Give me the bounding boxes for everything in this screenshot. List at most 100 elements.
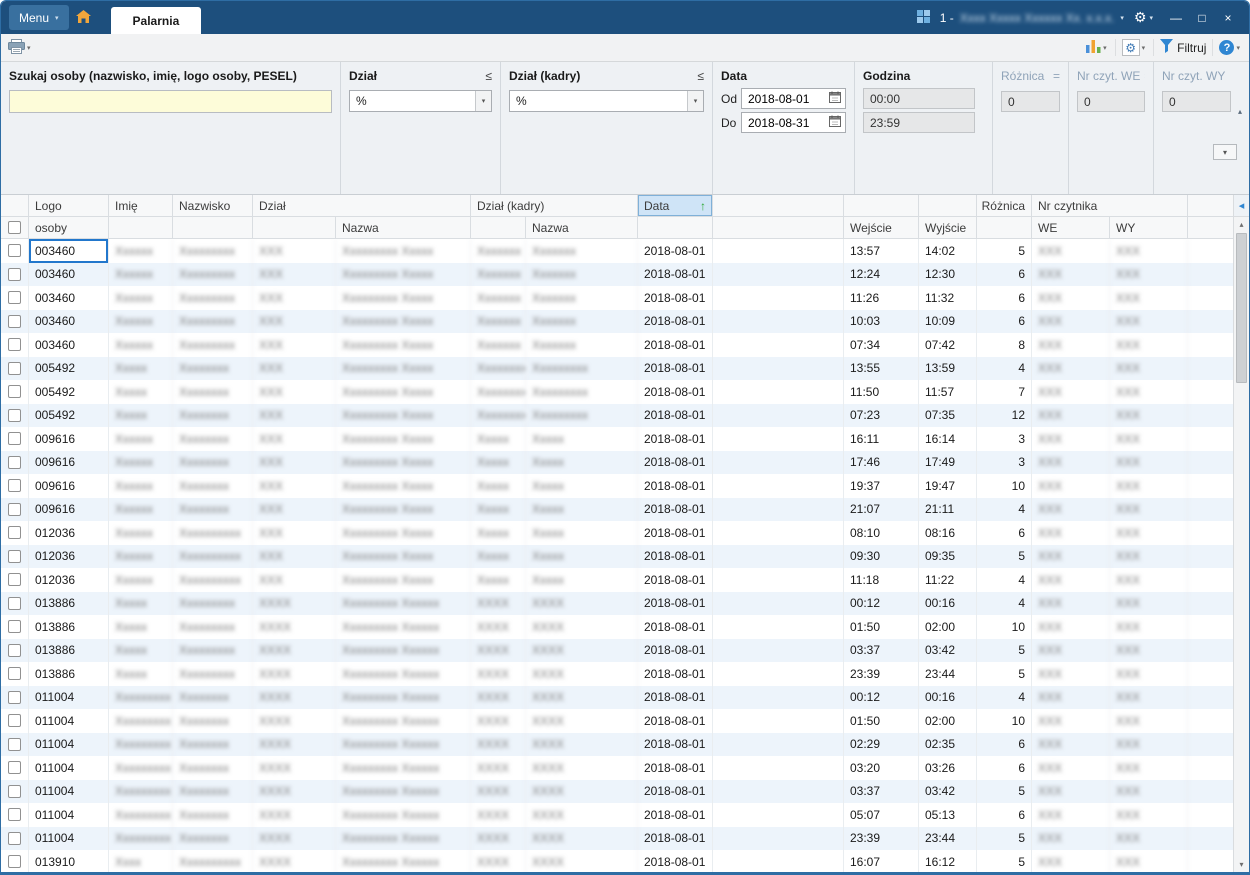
cell-dzial-kadry-nazwa-redacted[interactable]: Xxxxxxxxx <box>526 403 638 427</box>
cell-wyjscie[interactable]: 02:35 <box>919 732 977 756</box>
scroll-up-button[interactable]: ▴ <box>1234 217 1249 232</box>
cell-dzial-nazwa-redacted[interactable]: Xxxxxxxxx Xxxxx <box>336 356 471 380</box>
table-row[interactable]: 012036 Xxxxxx Xxxxxxxxxx XXX Xxxxxxxxx X… <box>1 544 1233 568</box>
cell-checkbox[interactable] <box>1 403 29 427</box>
cell-roznica[interactable]: 8 <box>977 333 1032 357</box>
cell-wejscie[interactable]: 03:37 <box>844 779 919 803</box>
table-row[interactable]: 003460 Xxxxxx Xxxxxxxxx XXX Xxxxxxxxx Xx… <box>1 333 1233 357</box>
row-checkbox[interactable] <box>8 808 21 822</box>
cell-imie-redacted[interactable]: Xxxxx <box>109 662 173 686</box>
cell-dzial-redacted[interactable]: XXXX <box>253 638 336 662</box>
cell-dzial-kadry-redacted[interactable]: Xxxxxxx <box>471 286 526 310</box>
cell-dzial-kadry-nazwa-redacted[interactable]: XXXX <box>526 638 638 662</box>
cell-data[interactable]: 2018-08-01 <box>638 380 713 404</box>
nr-czyt-we-input[interactable]: 0 <box>1077 91 1145 112</box>
cell-dzial-redacted[interactable]: XXX <box>253 497 336 521</box>
cell-wyjscie[interactable]: 16:14 <box>919 427 977 451</box>
cell-checkbox[interactable] <box>1 826 29 850</box>
dzial-kadry-select[interactable]: % ▾ <box>509 90 704 112</box>
cell-nazwisko-redacted[interactable]: Xxxxxxxx <box>173 709 253 733</box>
cell-logo-osoby[interactable]: 009616 <box>29 450 109 474</box>
cell-checkbox[interactable] <box>1 333 29 357</box>
cell-dzial-nazwa-redacted[interactable]: Xxxxxxxxx Xxxxxx <box>336 591 471 615</box>
cell-empty[interactable] <box>713 826 844 850</box>
cell-wejscie[interactable]: 05:07 <box>844 803 919 827</box>
cell-nazwisko-redacted[interactable]: Xxxxxxxx <box>173 756 253 780</box>
cell-imie-redacted[interactable]: Xxxxxxxxx <box>109 709 173 733</box>
column-header-roznica[interactable]: Różnica <box>977 195 1032 217</box>
cell-checkbox[interactable] <box>1 803 29 827</box>
cell-dzial-redacted[interactable]: XXXX <box>253 685 336 709</box>
cell-wyjscie[interactable]: 02:00 <box>919 709 977 733</box>
cell-checkbox[interactable] <box>1 544 29 568</box>
cell-nr-czytnika-wy-redacted[interactable]: XXX <box>1110 544 1188 568</box>
cell-wyjscie[interactable]: 09:35 <box>919 544 977 568</box>
cell-nr-czytnika-we-redacted[interactable]: XXX <box>1032 474 1110 498</box>
cell-dzial-nazwa-redacted[interactable]: Xxxxxxxxx Xxxxx <box>336 333 471 357</box>
cell-checkbox[interactable] <box>1 850 29 872</box>
row-checkbox[interactable] <box>8 526 21 540</box>
dzial-kadry-operator[interactable]: ≤ <box>697 69 704 83</box>
cell-nr-czytnika-wy-redacted[interactable]: XXX <box>1110 333 1188 357</box>
cell-logo-osoby[interactable]: 011004 <box>29 779 109 803</box>
cell-dzial-kadry-nazwa-redacted[interactable]: XXXX <box>526 850 638 872</box>
cell-empty[interactable] <box>1188 615 1233 639</box>
column-header-logo[interactable]: Logo <box>29 195 109 217</box>
column-header-dzial[interactable]: Dział <box>253 195 471 217</box>
cell-dzial-kadry-redacted[interactable]: Xxxxxxx <box>471 309 526 333</box>
cell-roznica[interactable]: 10 <box>977 474 1032 498</box>
cell-wyjscie[interactable]: 21:11 <box>919 497 977 521</box>
cell-dzial-redacted[interactable]: XXX <box>253 286 336 310</box>
cell-imie-redacted[interactable]: Xxxxx <box>109 356 173 380</box>
cell-logo-osoby[interactable]: 003460 <box>29 262 109 286</box>
row-checkbox[interactable] <box>8 267 21 281</box>
cell-imie-redacted[interactable]: Xxxx <box>109 850 173 872</box>
cell-checkbox[interactable] <box>1 662 29 686</box>
cell-data[interactable]: 2018-08-01 <box>638 356 713 380</box>
print-dropdown-button[interactable]: ▾ <box>27 44 31 52</box>
cell-empty[interactable] <box>1188 568 1233 592</box>
home-button[interactable] <box>69 1 99 34</box>
cell-dzial-redacted[interactable]: XXXX <box>253 803 336 827</box>
cell-roznica[interactable]: 4 <box>977 568 1032 592</box>
cell-dzial-nazwa-redacted[interactable]: Xxxxxxxxx Xxxxx <box>336 474 471 498</box>
cell-wejscie[interactable]: 03:37 <box>844 638 919 662</box>
cell-data[interactable]: 2018-08-01 <box>638 638 713 662</box>
cell-dzial-kadry-nazwa-redacted[interactable]: XXXX <box>526 803 638 827</box>
cell-logo-osoby[interactable]: 011004 <box>29 709 109 733</box>
cell-logo-osoby[interactable]: 005492 <box>29 403 109 427</box>
cell-nr-czytnika-wy-redacted[interactable]: XXX <box>1110 803 1188 827</box>
cell-empty[interactable] <box>713 615 844 639</box>
collapse-right-panel-button[interactable]: ◂ <box>1234 195 1249 217</box>
table-row[interactable]: 005492 Xxxxx Xxxxxxxx XXX Xxxxxxxxx Xxxx… <box>1 380 1233 404</box>
cell-dzial-kadry-redacted[interactable]: XXXX <box>471 591 526 615</box>
cell-data[interactable]: 2018-08-01 <box>638 662 713 686</box>
cell-empty[interactable] <box>1188 474 1233 498</box>
menu-button[interactable]: Menu ▾ <box>9 5 69 30</box>
cell-wyjscie[interactable]: 02:00 <box>919 615 977 639</box>
calendar-icon[interactable] <box>829 115 841 130</box>
cell-imie-redacted[interactable]: Xxxxxxxxx <box>109 685 173 709</box>
cell-checkbox[interactable] <box>1 497 29 521</box>
cell-roznica[interactable]: 6 <box>977 309 1032 333</box>
cell-dzial-redacted[interactable]: XXXX <box>253 662 336 686</box>
cell-dzial-kadry-nazwa-redacted[interactable]: Xxxxxxxxx <box>526 380 638 404</box>
cell-empty[interactable] <box>1188 756 1233 780</box>
cell-nr-czytnika-we-redacted[interactable]: XXX <box>1032 662 1110 686</box>
cell-roznica[interactable]: 6 <box>977 286 1032 310</box>
row-checkbox[interactable] <box>8 385 21 399</box>
cell-wyjscie[interactable]: 17:49 <box>919 450 977 474</box>
cell-empty[interactable] <box>713 685 844 709</box>
cell-data[interactable]: 2018-08-01 <box>638 826 713 850</box>
cell-dzial-kadry-redacted[interactable]: XXXX <box>471 615 526 639</box>
cell-dzial-redacted[interactable]: XXX <box>253 450 336 474</box>
table-row[interactable]: 003460 Xxxxxx Xxxxxxxxx XXX Xxxxxxxxx Xx… <box>1 239 1233 263</box>
cell-dzial-redacted[interactable]: XXXX <box>253 779 336 803</box>
cell-dzial-redacted[interactable]: XXX <box>253 474 336 498</box>
cell-data[interactable]: 2018-08-01 <box>638 779 713 803</box>
cell-nr-czytnika-wy-redacted[interactable]: XXX <box>1110 638 1188 662</box>
cell-empty[interactable] <box>713 803 844 827</box>
row-checkbox[interactable] <box>8 643 21 657</box>
cell-checkbox[interactable] <box>1 356 29 380</box>
cell-wyjscie[interactable]: 13:59 <box>919 356 977 380</box>
